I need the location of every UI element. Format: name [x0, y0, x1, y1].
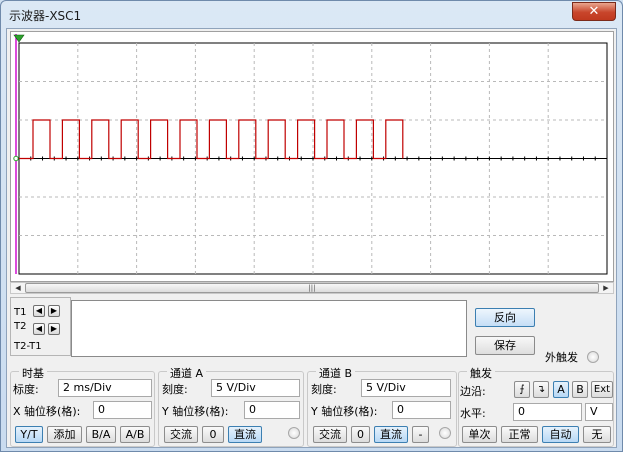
cursor-t2-t1-label: T2-T1 — [14, 341, 42, 352]
scroll-right-arrow-icon[interactable]: ▶ — [600, 283, 612, 293]
ext-trigger-terminal[interactable] — [587, 351, 599, 363]
channel-a-group: 通道 A 刻度: 5 V/Div Y 轴位移(格): 0 交流 0 直流 — [158, 365, 304, 447]
cursor-panel: T1 ◀ ▶ T2 ◀ ▶ T2-T1 — [10, 297, 71, 356]
trigger-auto-button[interactable]: 自动 — [542, 426, 579, 443]
channel-a-zero-button[interactable]: 0 — [202, 426, 224, 443]
t1-left-arrow-icon[interactable]: ◀ — [33, 305, 45, 317]
channel-b-title: 通道 B — [316, 365, 356, 381]
t1-right-arrow-icon[interactable]: ▶ — [48, 305, 60, 317]
channel-b-invert-button[interactable]: - — [412, 426, 429, 443]
cursor-t2-label: T2 — [14, 321, 27, 332]
trigger-source-b-button[interactable]: B — [572, 381, 588, 398]
scroll-thumb[interactable]: ||| — [25, 283, 599, 293]
ground-marker-icon — [13, 155, 19, 162]
trigger-source-a-button[interactable]: A — [553, 381, 569, 398]
timebase-xpos-label: X 轴位移(格): — [13, 405, 81, 418]
channel-b-ypos-field[interactable]: 0 — [392, 401, 451, 419]
trigger-normal-button[interactable]: 正常 — [501, 426, 538, 443]
channel-b-ypos-label: Y 轴位移(格): — [311, 405, 378, 418]
trigger-source-ext-button[interactable]: Ext — [591, 381, 613, 398]
client-area: ◀ ||| ▶ T1 ◀ ▶ T2 ◀ ▶ T2-T1 反向 保存 外触发 时基… — [6, 28, 617, 448]
cursor-t1-label: T1 — [14, 307, 27, 318]
trigger-level-label: 水平: — [460, 407, 486, 420]
falling-edge-icon[interactable]: ↴ — [533, 381, 549, 398]
channel-b-group: 通道 B 刻度: 5 V/Div Y 轴位移(格): 0 交流 0 直流 - — [307, 365, 457, 447]
channel-a-scale-label: 刻度: — [162, 383, 188, 396]
scope-display — [10, 31, 614, 282]
scroll-left-arrow-icon[interactable]: ◀ — [12, 283, 24, 293]
timebase-xpos-field[interactable]: 0 — [93, 401, 152, 419]
timebase-title: 时基 — [19, 365, 47, 381]
trigger-none-button[interactable]: 无 — [583, 426, 611, 443]
channel-b-dc-button[interactable]: 直流 — [374, 426, 408, 443]
channel-b-zero-button[interactable]: 0 — [351, 426, 370, 443]
scope-screen — [11, 32, 613, 281]
ext-trigger-label: 外触发 — [545, 351, 578, 364]
trigger-level-unit[interactable]: V — [585, 403, 613, 421]
trigger-group: 触发 边沿: ⨍ ↴ A B Ext 水平: 0 V 单次 正常 自动 无 — [458, 365, 614, 447]
mode-yt-button[interactable]: Y/T — [15, 426, 43, 443]
channel-b-terminal[interactable] — [439, 427, 451, 439]
cursor-readout-box — [71, 300, 467, 357]
channel-a-ac-button[interactable]: 交流 — [164, 426, 198, 443]
timebase-group: 时基 标度: 2 ms/Div X 轴位移(格): 0 Y/T 添加 B/A A… — [10, 365, 155, 447]
mode-ba-button[interactable]: B/A — [86, 426, 116, 443]
channel-a-terminal[interactable] — [288, 427, 300, 439]
channel-b-ac-button[interactable]: 交流 — [313, 426, 347, 443]
t2-left-arrow-icon[interactable]: ◀ — [33, 323, 45, 335]
channel-b-scale-label: 刻度: — [311, 383, 337, 396]
trigger-level-field[interactable]: 0 — [513, 403, 582, 421]
rising-edge-icon[interactable]: ⨍ — [514, 381, 530, 398]
channel-a-ypos-label: Y 轴位移(格): — [162, 405, 229, 418]
oscilloscope-window: 示波器-XSC1 ✕ ◀ ||| ▶ T1 ◀ ▶ T2 ◀ ▶ T2-T1 反… — [0, 0, 623, 452]
trigger-title: 触发 — [467, 365, 495, 381]
reverse-button[interactable]: 反向 — [475, 308, 535, 327]
mode-add-button[interactable]: 添加 — [47, 426, 82, 443]
mode-ab-button[interactable]: A/B — [120, 426, 150, 443]
channel-a-scale-field[interactable]: 5 V/Div — [211, 379, 300, 397]
t2-right-arrow-icon[interactable]: ▶ — [48, 323, 60, 335]
save-button[interactable]: 保存 — [475, 336, 535, 355]
channel-a-ypos-field[interactable]: 0 — [244, 401, 300, 419]
channel-a-title: 通道 A — [167, 365, 207, 381]
timebase-scale-field[interactable]: 2 ms/Div — [58, 379, 152, 397]
timebase-scale-label: 标度: — [13, 383, 39, 396]
channel-b-scale-field[interactable]: 5 V/Div — [361, 379, 451, 397]
channel-a-dc-button[interactable]: 直流 — [228, 426, 262, 443]
horizontal-scrollbar[interactable]: ◀ ||| ▶ — [10, 282, 614, 294]
close-button[interactable]: ✕ — [572, 2, 616, 21]
trigger-edge-label: 边沿: — [460, 385, 486, 398]
window-title: 示波器-XSC1 — [9, 9, 82, 23]
title-bar[interactable]: 示波器-XSC1 ✕ — [1, 1, 622, 29]
trigger-single-button[interactable]: 单次 — [462, 426, 497, 443]
